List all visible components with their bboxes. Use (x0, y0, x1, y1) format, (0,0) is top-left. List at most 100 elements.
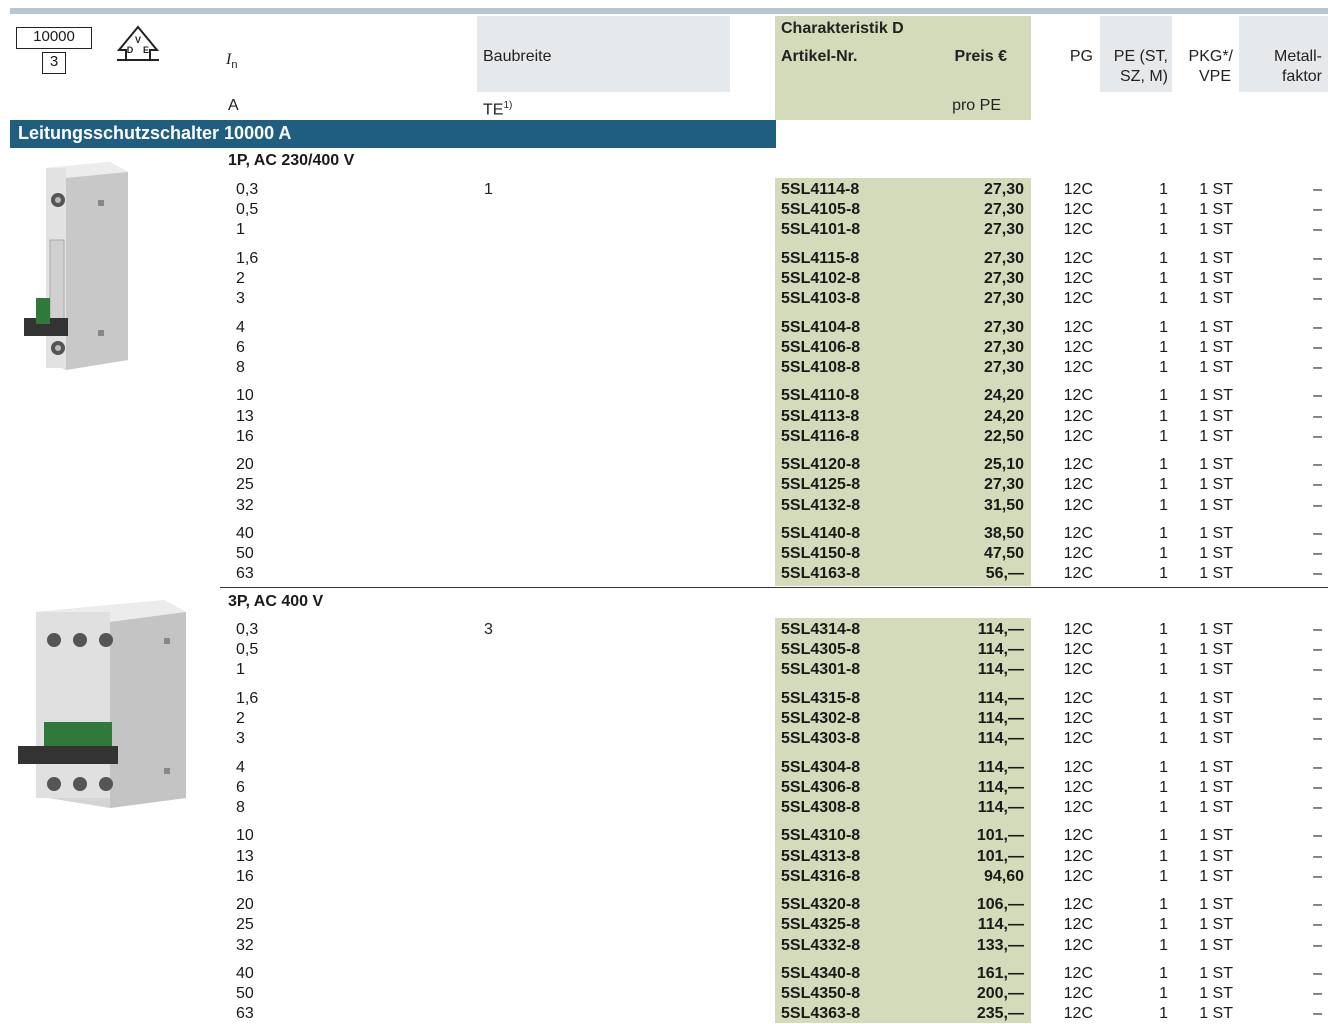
cell-pg: 12C (1063, 427, 1093, 445)
cell-rated-current: 13 (236, 847, 254, 865)
cell-article-number: 5SL4103-8 (781, 290, 861, 308)
header-mf-line1: Metall- (1273, 48, 1322, 65)
svg-text:D: D (127, 45, 134, 55)
cell-price: 235,— (976, 1005, 1024, 1023)
cell-rated-current: 2 (236, 270, 245, 287)
cell-metal-factor: – (1313, 318, 1322, 336)
cell-pe: 1 (1159, 525, 1168, 542)
cell-article-number: 5SL4302-8 (781, 710, 861, 727)
cell-pe: 1 (1159, 730, 1168, 748)
cell-article-number: 5SL4114-8 (781, 181, 860, 198)
table-row: 1 5SL4301-8 114,— 12C 1 1 ST – (0, 660, 1328, 680)
cell-rated-current: 20 (236, 896, 254, 914)
cell-price: 114,— (977, 661, 1024, 679)
header-characteristic: Charakteristik D (781, 20, 904, 37)
cell-price: 27,30 (983, 476, 1024, 494)
cell-rated-current: 32 (236, 496, 254, 514)
cell-pe: 1 (1159, 936, 1168, 954)
cell-pg: 12C (1063, 456, 1093, 474)
table-row: 2 5SL4102-8 27,30 12C 1 1 ST – (0, 269, 1328, 289)
cell-rated-current: 40 (236, 525, 254, 542)
table-row: 20 5SL4320-8 106,— 12C 1 1 ST – (0, 895, 1328, 915)
cell-rated-current: 2 (236, 710, 245, 727)
table-row: 0,3 5SL4314-8 114,— 12C 1 1 ST – (0, 620, 1328, 640)
table-row: 0,5 5SL4105-8 27,30 12C 1 1 ST – (0, 200, 1328, 220)
header-pg: PG (1069, 48, 1093, 65)
cell-rated-current: 10 (236, 387, 254, 405)
cell-pkg: 1 ST (1199, 249, 1233, 267)
cell-pg: 12C (1063, 916, 1093, 934)
cell-pg: 12C (1063, 476, 1093, 494)
cell-article-number: 5SL4110-8 (781, 387, 860, 405)
group-title-1p: 1P, AC 230/400 V (228, 152, 355, 169)
cell-metal-factor: – (1313, 181, 1322, 198)
cell-metal-factor: – (1313, 496, 1322, 514)
cell-pkg: 1 ST (1199, 710, 1233, 727)
cell-metal-factor: – (1313, 221, 1322, 239)
cell-pkg: 1 ST (1199, 496, 1233, 514)
group-separator (220, 587, 1328, 588)
cell-pg: 12C (1063, 1005, 1093, 1023)
table-row: 10 5SL4310-8 101,— 12C 1 1 ST – (0, 826, 1328, 846)
cell-pkg: 1 ST (1199, 565, 1233, 583)
cell-pg: 12C (1063, 249, 1093, 267)
group-title-3p: 3P, AC 400 V (228, 593, 324, 610)
cell-metal-factor: – (1313, 387, 1322, 405)
svg-text:E: E (143, 45, 149, 55)
cell-rated-current: 16 (236, 867, 254, 885)
cell-price: 27,30 (983, 338, 1024, 356)
cell-pg: 12C (1063, 936, 1093, 954)
cell-article-number: 5SL4350-8 (781, 985, 861, 1003)
cell-metal-factor: – (1313, 545, 1322, 563)
cell-rated-current: 50 (236, 985, 254, 1003)
cell-pkg: 1 ST (1199, 476, 1233, 494)
cell-pe: 1 (1159, 847, 1168, 865)
cell-metal-factor: – (1313, 201, 1322, 219)
cell-metal-factor: – (1313, 827, 1322, 845)
cell-pe: 1 (1159, 476, 1168, 494)
table-row: 2 5SL4302-8 114,— 12C 1 1 ST – (0, 709, 1328, 729)
cell-pkg: 1 ST (1199, 778, 1233, 796)
table-row: 20 5SL4120-8 25,10 12C 1 1 ST – (0, 455, 1328, 475)
cell-metal-factor: – (1313, 525, 1322, 542)
cell-metal-factor: – (1313, 965, 1322, 982)
header-width-label: Baubreite (483, 48, 552, 65)
table-row: 40 5SL4140-8 38,50 12C 1 1 ST – (0, 524, 1328, 544)
cell-pg: 12C (1063, 867, 1093, 885)
cell-price: 101,— (976, 847, 1024, 865)
cell-article-number: 5SL4101-8 (781, 221, 861, 239)
cell-pg: 12C (1063, 758, 1093, 776)
cell-pg: 12C (1063, 338, 1093, 356)
cell-pg: 12C (1063, 710, 1093, 727)
cell-pkg: 1 ST (1199, 290, 1233, 308)
table-row: 32 5SL4132-8 31,50 12C 1 1 ST – (0, 496, 1328, 516)
cell-pe: 1 (1159, 456, 1168, 474)
cell-rated-current: 1 (236, 661, 245, 679)
cell-pkg: 1 ST (1199, 456, 1233, 474)
cell-article-number: 5SL4363-8 (781, 1005, 861, 1023)
table-row: 25 5SL4325-8 114,— 12C 1 1 ST – (0, 915, 1328, 935)
cell-pg: 12C (1063, 896, 1093, 914)
cell-article-number: 5SL4340-8 (781, 965, 861, 982)
cell-metal-factor: – (1313, 249, 1322, 267)
cell-pg: 12C (1063, 847, 1093, 865)
header-price-unit: pro PE (952, 97, 1001, 114)
cell-metal-factor: – (1313, 730, 1322, 748)
cell-price: 101,— (976, 827, 1024, 845)
cell-metal-factor: – (1313, 270, 1322, 287)
cell-price: 22,50 (983, 427, 1024, 445)
header-price: Preis € (954, 48, 1007, 65)
cell-metal-factor: – (1313, 661, 1322, 679)
cell-price: 25,10 (983, 456, 1024, 474)
cell-rated-current: 25 (236, 476, 254, 494)
table-row: 63 5SL4163-8 56,— 12C 1 1 ST – (0, 564, 1328, 584)
cell-pe: 1 (1159, 985, 1168, 1003)
cell-pg: 12C (1063, 565, 1093, 583)
cell-metal-factor: – (1313, 290, 1322, 308)
table-row: 16 5SL4116-8 22,50 12C 1 1 ST – (0, 427, 1328, 447)
cell-pg: 12C (1063, 799, 1093, 816)
table-row: 10 5SL4110-8 24,20 12C 1 1 ST – (0, 386, 1328, 406)
cell-pe: 1 (1159, 1005, 1168, 1023)
cell-pg: 12C (1063, 525, 1093, 542)
cell-metal-factor: – (1313, 621, 1322, 638)
